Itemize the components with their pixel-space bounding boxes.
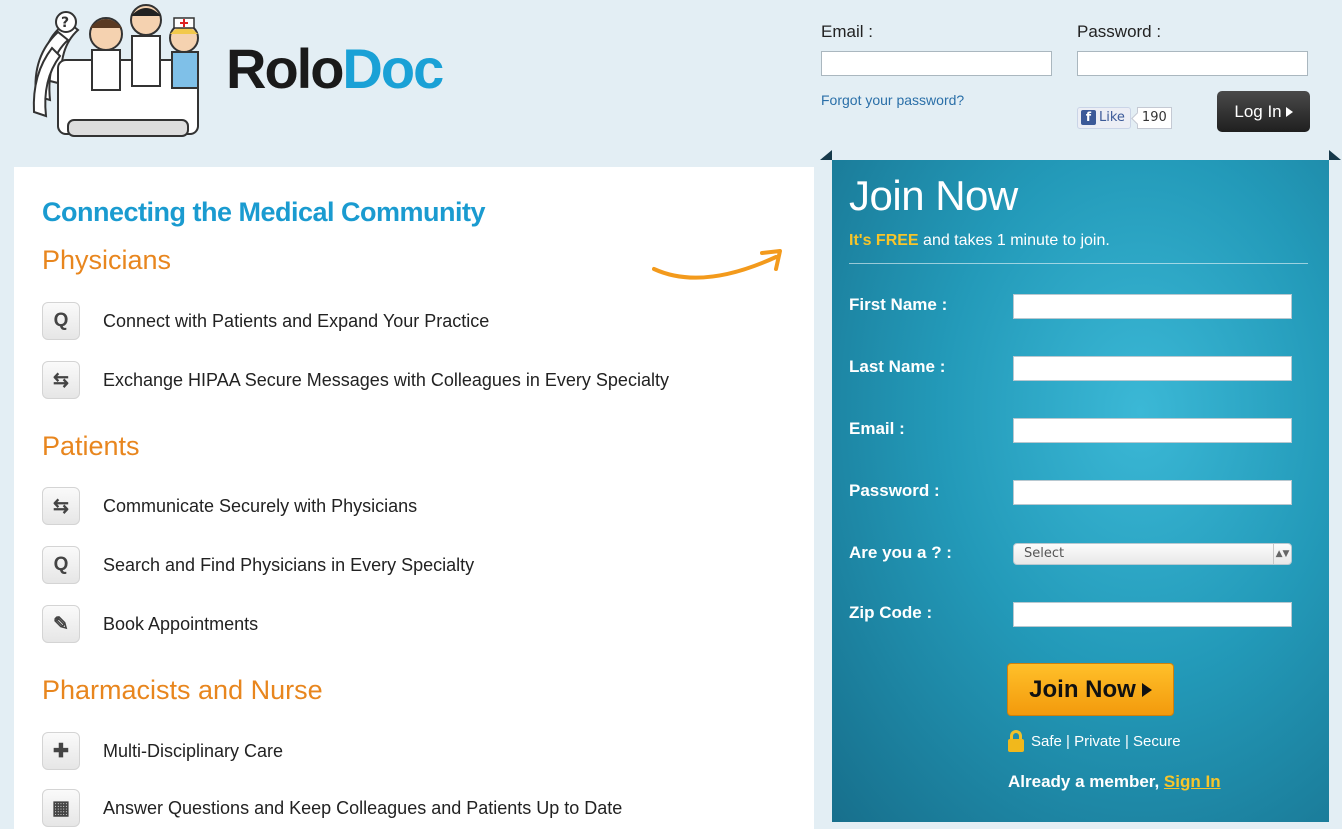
feature-item: ✚ Multi-Disciplinary Care [42, 732, 283, 770]
role-select-value: Select [1024, 546, 1065, 561]
select-arrows-icon: ▲▼ [1273, 544, 1291, 564]
forgot-password-link[interactable]: Forgot your password? [821, 92, 964, 108]
sign-in-link[interactable]: Sign In [1164, 772, 1221, 791]
lock-icon [1008, 730, 1024, 752]
exchange-icon: ⇆ [42, 361, 80, 399]
role-label: Are you a ? : [849, 543, 952, 562]
section-heading-pharmacists: Pharmacists and Nurse [42, 675, 323, 705]
logo-doc-text: Doc [342, 37, 444, 100]
join-now-button[interactable]: Join Now [1007, 663, 1174, 716]
role-select[interactable]: Select ▲▼ [1013, 543, 1292, 565]
zip-code-label: Zip Code : [849, 603, 933, 622]
first-name-field[interactable] [1013, 294, 1292, 319]
feature-text: Answer Questions and Keep Colleagues and… [103, 797, 623, 818]
first-name-label: First Name : [849, 295, 948, 314]
search-icon: Q [42, 546, 80, 584]
feature-item: ⇆ Exchange HIPAA Secure Messages with Co… [42, 361, 669, 399]
play-arrow-icon [1141, 682, 1152, 697]
feature-item: ⇆ Communicate Securely with Physicians [42, 487, 417, 525]
login-password-input[interactable] [1077, 51, 1308, 76]
svg-text:?: ? [61, 15, 69, 31]
panel-fold-right [1329, 150, 1341, 160]
nurse-icon: ✚ [42, 732, 80, 770]
zip-code-field[interactable] [1013, 602, 1292, 627]
feature-item: ✎ Book Appointments [42, 605, 258, 643]
feature-text: Multi-Disciplinary Care [103, 740, 284, 761]
tagline-heading: Connecting the Medical Community [42, 197, 486, 227]
join-now-panel: Join Now It's FREE and takes 1 minute to… [832, 160, 1329, 822]
join-now-heading: Join Now [849, 172, 1018, 219]
email-label: Email : [849, 419, 905, 438]
curved-arrow-icon [652, 249, 782, 280]
exchange-icon: ⇆ [42, 487, 80, 525]
email-field[interactable] [1013, 418, 1292, 443]
search-icon: Q [42, 302, 80, 340]
already-member-label: Already a member, [1008, 772, 1164, 791]
last-name-label: Last Name : [849, 357, 946, 376]
email-label: Email : [821, 22, 873, 41]
feature-text: Book Appointments [103, 613, 259, 634]
last-name-field[interactable] [1013, 356, 1292, 381]
join-now-button-label: Join Now [1029, 675, 1136, 703]
security-text: Safe | Private | Secure [1031, 732, 1181, 750]
feature-text: Connect with Patients and Expand Your Pr… [103, 310, 490, 331]
join-subtitle: It's FREE and takes 1 minute to join. [849, 232, 1110, 250]
section-heading-physicians: Physicians [42, 245, 172, 275]
free-highlight: It's FREE [849, 232, 919, 249]
logo-mascot-icon: ? [32, 4, 199, 137]
feature-text: Search and Find Physicians in Every Spec… [103, 554, 475, 575]
password-label: Password : [1077, 22, 1162, 41]
logo-rolo-text: Rolo [226, 37, 344, 100]
password-label: Password : [849, 481, 940, 500]
already-member-text: Already a member, Sign In [1008, 772, 1221, 792]
play-arrow-icon [1285, 106, 1293, 117]
feature-item: ▦ Answer Questions and Keep Colleagues a… [42, 789, 622, 827]
features-panel: Connecting the Medical Community Physici… [14, 167, 814, 829]
facebook-like-count: 190 [1136, 106, 1172, 129]
section-heading-patients: Patients [42, 431, 140, 461]
feature-text: Communicate Securely with Physicians [103, 495, 418, 516]
feature-item: Q Search and Find Physicians in Every Sp… [42, 546, 474, 584]
logo-wordmark: RoloDoc [226, 36, 444, 101]
security-note: Safe | Private | Secure [1008, 730, 1181, 752]
feature-item: Q Connect with Patients and Expand Your … [42, 302, 489, 340]
feature-text: Exchange HIPAA Secure Messages with Coll… [103, 369, 669, 390]
login-form: Email : Password : Forgot your password?… [821, 22, 1321, 142]
rolodoc-logo[interactable]: ? RoloDoc [28, 0, 458, 150]
password-field[interactable] [1013, 480, 1292, 505]
login-email-input[interactable] [821, 51, 1052, 76]
login-button-label: Log In [1234, 101, 1282, 121]
panel-fold-left [820, 150, 832, 160]
facebook-like-button[interactable]: f Like [1077, 106, 1131, 129]
edit-icon: ✎ [42, 605, 80, 643]
divider [849, 263, 1308, 264]
facebook-like-label: Like [1099, 110, 1125, 125]
facebook-icon: f [1081, 110, 1096, 125]
join-subtitle-rest: and takes 1 minute to join. [918, 232, 1110, 249]
calendar-icon: ▦ [42, 789, 80, 827]
facebook-like-widget: f Like 190 [1077, 105, 1172, 130]
login-button[interactable]: Log In [1217, 91, 1310, 132]
